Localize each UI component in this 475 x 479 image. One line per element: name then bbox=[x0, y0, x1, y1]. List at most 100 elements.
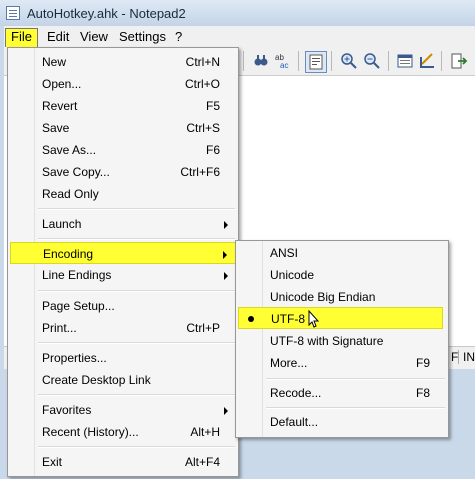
customize-icon[interactable] bbox=[418, 52, 436, 70]
menu-item-print[interactable]: Print... Ctrl+P bbox=[10, 317, 236, 339]
menu-item-shortcut: Ctrl+F6 bbox=[180, 165, 220, 179]
menu-item-label: Page Setup... bbox=[42, 299, 115, 313]
menu-separator bbox=[266, 407, 445, 409]
menu-item-create-desktop-link[interactable]: Create Desktop Link bbox=[10, 369, 236, 391]
submenu-arrow-icon bbox=[224, 272, 228, 280]
menu-item-label: Unicode Big Endian bbox=[270, 290, 376, 304]
menu-item-recode[interactable]: Recode... F8 bbox=[238, 382, 446, 404]
menu-item-label: UTF-8 bbox=[271, 312, 305, 326]
schemes-icon[interactable] bbox=[396, 52, 414, 70]
menu-item-shortcut: Ctrl+P bbox=[186, 321, 220, 335]
toolbar-separator bbox=[298, 51, 299, 71]
menu-item-launch[interactable]: Launch bbox=[10, 213, 236, 235]
mouse-cursor-icon bbox=[308, 310, 320, 328]
menu-item-save-copy[interactable]: Save Copy... Ctrl+F6 bbox=[10, 161, 236, 183]
menu-item-shortcut: Ctrl+N bbox=[185, 55, 220, 69]
menu-separator bbox=[38, 238, 235, 240]
title-bar: AutoHotkey.ahk - Notepad2 bbox=[0, 0, 475, 27]
replace-icon[interactable]: ab ac bbox=[274, 52, 292, 70]
menu-item-label: New bbox=[42, 55, 67, 69]
menu-item-encoding[interactable]: Encoding bbox=[10, 242, 236, 264]
notepad-app-icon bbox=[6, 6, 20, 20]
menu-item-shortcut: F6 bbox=[205, 143, 220, 157]
menu-item-label: Open... bbox=[42, 77, 82, 91]
window-border bbox=[0, 26, 4, 369]
menu-item-label: Read Only bbox=[42, 187, 99, 201]
menu-item-shortcut: F8 bbox=[415, 386, 430, 400]
svg-text:ac: ac bbox=[280, 61, 288, 70]
menu-item-favorites[interactable]: Favorites bbox=[10, 399, 236, 421]
menu-item-save-as[interactable]: Save As... F6 bbox=[10, 139, 236, 161]
menu-item-label: Favorites bbox=[42, 403, 92, 417]
menu-item-label: Create Desktop Link bbox=[42, 373, 151, 387]
menu-separator bbox=[38, 208, 235, 210]
exit-icon[interactable] bbox=[450, 52, 468, 70]
menu-item-label: Unicode bbox=[270, 268, 315, 282]
menu-edit[interactable]: Edit bbox=[42, 28, 74, 46]
submenu-arrow-icon bbox=[224, 221, 228, 229]
menu-separator bbox=[38, 342, 235, 344]
menu-item-label: Properties... bbox=[42, 351, 107, 365]
menu-item-line-endings[interactable]: Line Endings bbox=[10, 264, 236, 286]
menu-item-default[interactable]: Default... bbox=[238, 411, 446, 433]
menu-item-open[interactable]: Open... Ctrl+O bbox=[10, 73, 236, 95]
menu-item-save[interactable]: Save Ctrl+S bbox=[10, 117, 236, 139]
menu-item-label: Recode... bbox=[270, 386, 322, 400]
menu-item-label: Line Endings bbox=[42, 268, 112, 282]
menu-item-properties[interactable]: Properties... bbox=[10, 347, 236, 369]
menu-item-label: Save bbox=[42, 121, 70, 135]
menu-item-label: Default... bbox=[270, 415, 319, 429]
toolbar-separator bbox=[243, 51, 244, 71]
menu-separator bbox=[38, 290, 235, 292]
menu-view[interactable]: View bbox=[75, 28, 113, 46]
menu-item-utf8[interactable]: UTF-8 bbox=[238, 307, 443, 329]
menu-file[interactable]: File bbox=[5, 28, 38, 48]
menu-item-label: UTF-8 with Signature bbox=[270, 334, 384, 348]
radio-bullet-icon bbox=[248, 316, 254, 322]
menu-item-recent-history[interactable]: Recent (History)... Alt+H bbox=[10, 421, 236, 443]
menu-separator bbox=[266, 378, 445, 380]
menu-item-label: Revert bbox=[42, 99, 78, 113]
submenu-arrow-icon bbox=[224, 407, 228, 415]
window-title: AutoHotkey.ahk - Notepad2 bbox=[27, 6, 186, 21]
menu-item-label: Print... bbox=[42, 321, 77, 335]
menu-item-label: ANSI bbox=[270, 246, 299, 260]
menu-item-shortcut: F5 bbox=[205, 99, 220, 113]
menu-item-revert[interactable]: Revert F5 bbox=[10, 95, 236, 117]
toolbar-separator bbox=[331, 51, 332, 71]
toolbar-separator bbox=[388, 51, 389, 71]
menu-item-exit[interactable]: Exit Alt+F4 bbox=[10, 451, 236, 473]
menu-item-label: Recent (History)... bbox=[42, 425, 139, 439]
menu-item-label: Save Copy... bbox=[42, 165, 110, 179]
encoding-submenu: ANSI Unicode Unicode Big Endian UTF-8 UT… bbox=[235, 240, 449, 438]
menu-item-label: Save As... bbox=[42, 143, 97, 157]
zoom-out-icon[interactable] bbox=[363, 52, 381, 70]
submenu-arrow-icon bbox=[223, 251, 227, 259]
wordwrap-icon[interactable] bbox=[305, 51, 327, 73]
menu-item-shortcut: Ctrl+O bbox=[184, 77, 220, 91]
menu-bar: File Edit View Settings ? bbox=[0, 26, 475, 48]
menu-item-more[interactable]: More... F9 bbox=[238, 352, 446, 374]
menu-item-page-setup[interactable]: Page Setup... bbox=[10, 295, 236, 317]
menu-item-unicode-big-endian[interactable]: Unicode Big Endian bbox=[238, 286, 446, 308]
menu-item-unicode[interactable]: Unicode bbox=[238, 264, 446, 286]
menu-settings[interactable]: Settings bbox=[114, 28, 171, 46]
menu-item-label: Launch bbox=[42, 217, 82, 231]
menu-item-new[interactable]: New Ctrl+N bbox=[10, 51, 236, 73]
zoom-in-icon[interactable] bbox=[340, 52, 358, 70]
menu-separator bbox=[38, 394, 235, 396]
menu-item-utf8-with-signature[interactable]: UTF-8 with Signature bbox=[238, 330, 446, 352]
status-segment: IN bbox=[458, 350, 475, 364]
menu-item-shortcut: Alt+F4 bbox=[184, 455, 220, 469]
menu-item-label: Encoding bbox=[43, 247, 94, 261]
file-menu: New Ctrl+N Open... Ctrl+O Revert F5 Save Ctr… bbox=[7, 47, 239, 477]
menu-item-shortcut: Alt+H bbox=[190, 425, 220, 439]
toolbar-separator bbox=[441, 51, 442, 71]
menu-separator bbox=[38, 446, 235, 448]
menu-item-ansi[interactable]: ANSI bbox=[238, 242, 446, 264]
menu-item-read-only[interactable]: Read Only bbox=[10, 183, 236, 205]
find-icon[interactable] bbox=[252, 52, 270, 70]
menu-help[interactable]: ? bbox=[170, 28, 187, 46]
menu-item-shortcut: Ctrl+S bbox=[186, 121, 220, 135]
menu-item-label: Exit bbox=[42, 455, 63, 469]
